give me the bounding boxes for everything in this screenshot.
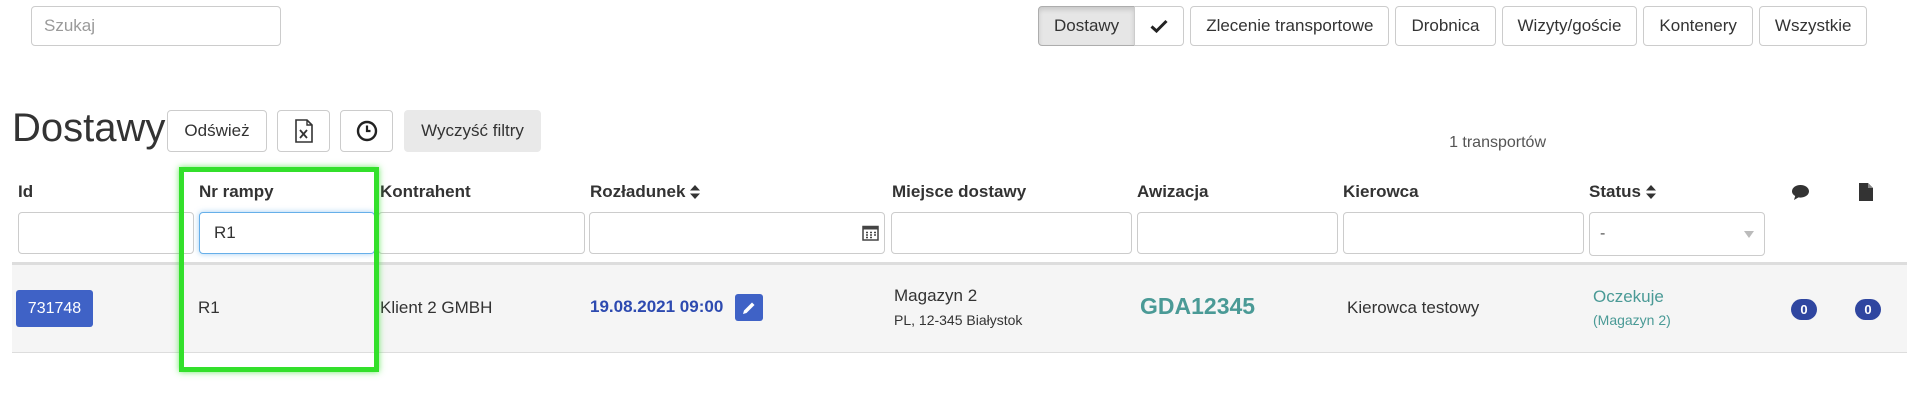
row-ramp: R1 bbox=[198, 298, 220, 317]
pencil-icon bbox=[743, 302, 755, 314]
filter-status-select[interactable]: - bbox=[1589, 212, 1765, 256]
row-place-address: PL, 12-345 Białystok bbox=[894, 312, 1023, 328]
row-contractor: Klient 2 GMBH bbox=[380, 298, 493, 317]
filter-notice[interactable] bbox=[1137, 212, 1338, 254]
filter-contractor[interactable] bbox=[378, 212, 585, 254]
header-id: Id bbox=[18, 182, 34, 201]
tab-zlecenie-transportowe[interactable]: Zlecenie transportowe bbox=[1190, 6, 1390, 46]
table-row[interactable] bbox=[12, 265, 1907, 353]
comment-icon bbox=[1791, 184, 1810, 206]
row-status[interactable]: Oczekuje bbox=[1593, 287, 1664, 307]
filter-driver[interactable] bbox=[1343, 212, 1584, 254]
filter-status-value: - bbox=[1600, 225, 1606, 242]
header-contractor: Kontrahent bbox=[380, 182, 471, 201]
sort-icon bbox=[690, 185, 701, 199]
header-unloading[interactable]: Rozładunek bbox=[590, 182, 701, 202]
edit-date-button[interactable] bbox=[735, 294, 763, 321]
row-notice[interactable]: GDA12345 bbox=[1140, 293, 1255, 320]
tab-dostawy[interactable]: Dostawy bbox=[1038, 6, 1136, 46]
transport-count: 1 transportów bbox=[1449, 134, 1546, 151]
header-driver: Kierowca bbox=[1343, 182, 1419, 201]
search-input[interactable] bbox=[31, 6, 281, 46]
page-title: Dostawy bbox=[12, 106, 166, 150]
header-notice: Awizacja bbox=[1137, 182, 1209, 201]
filter-unloading-wrapper bbox=[589, 212, 885, 254]
header-place: Miejsce dostawy bbox=[892, 182, 1027, 201]
excel-icon bbox=[294, 119, 313, 143]
header-ramp: Nr rampy bbox=[199, 182, 274, 201]
row-comments-count[interactable]: 0 bbox=[1791, 299, 1817, 320]
export-excel-button[interactable] bbox=[277, 110, 330, 152]
sort-icon bbox=[1645, 185, 1656, 199]
tab-drobnica[interactable]: Drobnica bbox=[1395, 6, 1496, 46]
chevron-down-icon bbox=[1744, 230, 1754, 238]
tab-wizyty-goscie[interactable]: Wizyty/goście bbox=[1501, 6, 1638, 46]
transport-type-tabs: Dostawy Zlecenie transportowe Drobnica W… bbox=[1038, 6, 1868, 46]
filter-place[interactable] bbox=[891, 212, 1132, 254]
history-button[interactable] bbox=[340, 110, 393, 152]
row-place-name: Magazyn 2 bbox=[894, 286, 978, 305]
filter-ramp[interactable] bbox=[199, 212, 375, 254]
check-icon bbox=[1150, 19, 1168, 33]
clear-filters-button[interactable]: Wyczyść filtry bbox=[404, 110, 541, 152]
filter-unloading[interactable] bbox=[589, 212, 885, 254]
dostawy-tab-group: Dostawy bbox=[1038, 6, 1185, 46]
calendar-icon[interactable] bbox=[862, 224, 879, 241]
refresh-button[interactable]: Odśwież bbox=[167, 110, 267, 152]
header-status[interactable]: Status bbox=[1589, 182, 1656, 202]
row-documents-count[interactable]: 0 bbox=[1855, 299, 1881, 320]
check-button[interactable] bbox=[1134, 6, 1185, 46]
tab-wszystkie[interactable]: Wszystkie bbox=[1758, 6, 1868, 46]
row-unloading-date[interactable]: 19.08.2021 09:00 bbox=[590, 297, 723, 317]
row-id-badge[interactable]: 731748 bbox=[16, 290, 93, 327]
tab-kontenery[interactable]: Kontenery bbox=[1643, 6, 1753, 46]
clock-icon bbox=[356, 120, 377, 142]
row-status-detail: (Magazyn 2) bbox=[1593, 312, 1671, 328]
document-icon bbox=[1858, 182, 1874, 207]
row-driver: Kierowca testowy bbox=[1347, 298, 1480, 317]
filter-id[interactable] bbox=[18, 212, 194, 254]
